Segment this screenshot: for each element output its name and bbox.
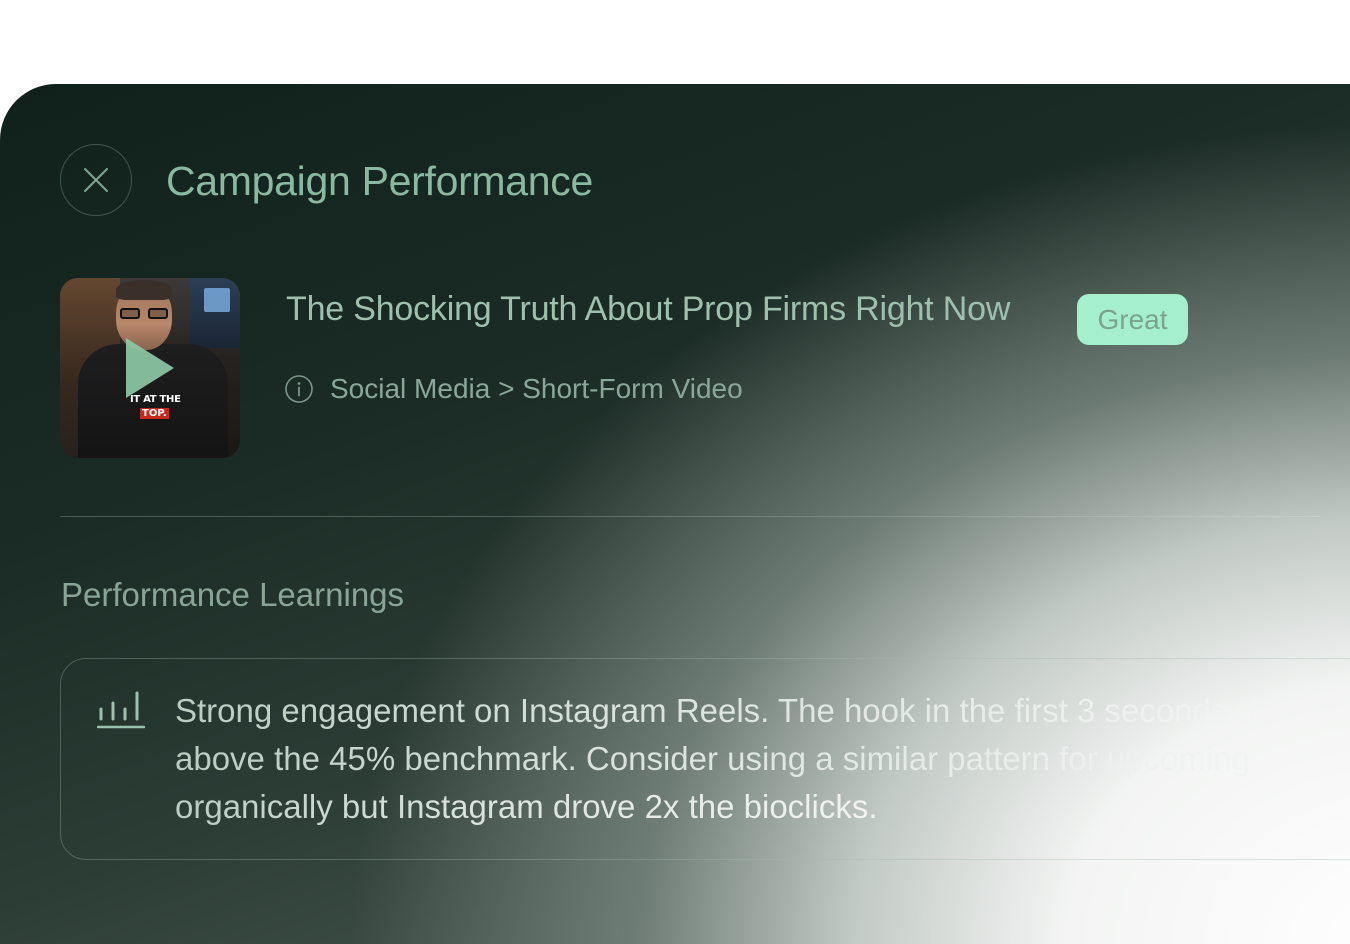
learning-line-1: Strong engagement on Instagram Reels. Th… [175,692,1255,729]
learning-text: Strong engagement on Instagram Reels. Th… [175,687,1350,831]
page-title: Campaign Performance [166,158,593,204]
learning-line-3: organically but Instagram drove 2x the b… [175,788,878,825]
divider [60,516,1320,517]
thumbnail-monitor [204,288,230,312]
info-icon[interactable] [284,374,314,404]
thumbnail-caption-line2: TOP. [140,408,169,419]
learning-card: Strong engagement on Instagram Reels. Th… [60,658,1350,860]
video-thumbnail[interactable]: IT AT THE TOP. [60,278,240,458]
bar-chart-icon [97,691,145,729]
close-icon [84,168,108,192]
rating-badge: Great [1077,294,1188,345]
thumbnail-glasses [118,308,170,320]
section-title: Performance Learnings [61,576,405,613]
thumbnail-person-hair [116,280,172,300]
category-row: Social Media > Short-Form Video [284,372,743,406]
campaign-performance-panel: Campaign Performance IT AT THE TOP. The … [0,84,1350,944]
video-title: The Shocking Truth About Prop Firms Righ… [286,290,1011,328]
learning-line-2: above the 45% benchmark. Consider using … [175,740,1250,777]
category-breadcrumb: Social Media > Short-Form Video [330,373,743,404]
close-button[interactable] [60,144,132,216]
play-icon[interactable] [126,338,174,398]
